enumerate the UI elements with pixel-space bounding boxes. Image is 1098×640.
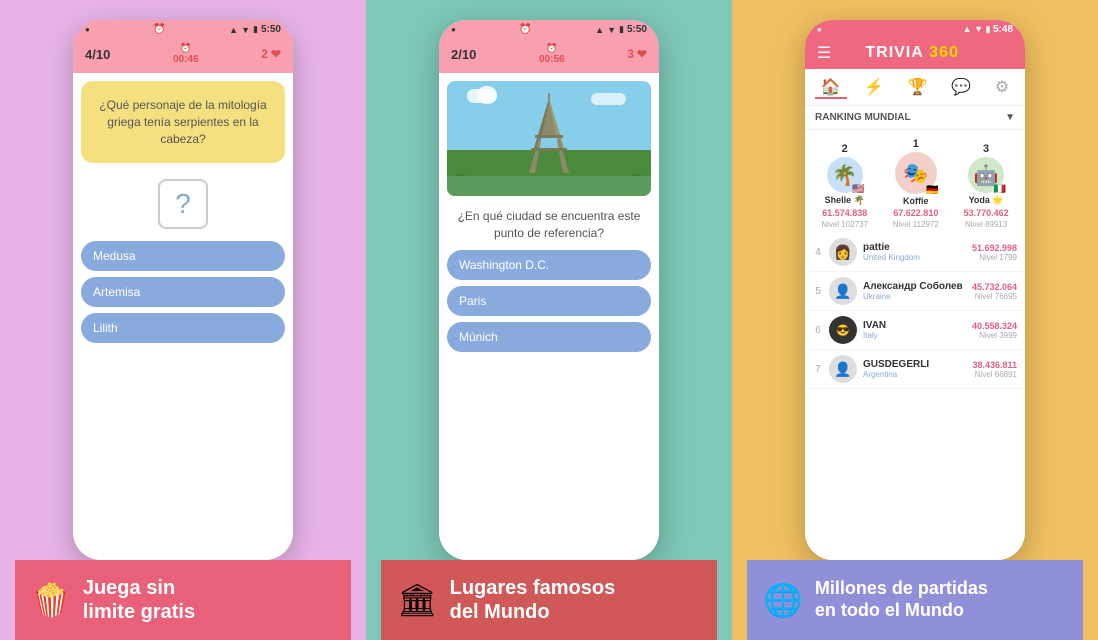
circle-icon-2: ● bbox=[451, 25, 456, 34]
banner-text-1: Juega sin limite gratis bbox=[83, 576, 195, 624]
trivia-title: TRIVIA 360 bbox=[865, 44, 959, 62]
status-bar-1: ● ⏰ ▲ ▼ ▮ 5:50 bbox=[73, 20, 293, 39]
answer-btn-medusa[interactable]: Medusa bbox=[81, 241, 285, 271]
nav-trophy[interactable]: 🏆 bbox=[902, 75, 934, 99]
quiz-header-2: 2/10 ⏰ 00:56 3 ❤ bbox=[439, 39, 659, 73]
info-gus: GUSDEGERLI Argentina bbox=[863, 359, 966, 379]
banner-text-2: Lugares famosos del Mundo bbox=[450, 576, 616, 624]
phone-1: ● ⏰ ▲ ▼ ▮ 5:50 4/10 ⏰ 00:46 2 ❤ bbox=[73, 20, 293, 560]
phone-body-3: RANKING MUNDIAL ▼ 2 🌴 🇺🇸 Shelle 🌴 61.574… bbox=[805, 106, 1025, 560]
question-mark-box: ? bbox=[158, 179, 208, 229]
podium-player-1: 1 🎭 🇩🇪 Koffie 67.622.810 Nivel 112972 bbox=[893, 138, 939, 229]
chevron-down-icon: ▼ bbox=[1005, 112, 1015, 123]
ranking-section: RANKING MUNDIAL ▼ 2 🌴 🇺🇸 Shelle 🌴 61.574… bbox=[805, 106, 1025, 560]
signal-icon-2: ▲ bbox=[595, 25, 604, 35]
status-time-1: 5:50 bbox=[261, 24, 281, 35]
eiffel-image bbox=[447, 81, 651, 196]
battery-icon-1: ▮ bbox=[253, 24, 258, 35]
question-card-1: ¿Qué personaje de la mitología griega te… bbox=[81, 81, 285, 163]
panel-places: ● ⏰ ▲ ▼ ▮ 5:50 2/10 ⏰ 00:56 3 ❤ bbox=[366, 0, 732, 640]
answers-2: Washington D.C. Paris Múnich bbox=[439, 246, 659, 360]
info-alexander: Александр Соболев Ukraine bbox=[863, 281, 966, 301]
battery-icon-3: ▮ bbox=[986, 24, 991, 34]
panel-mythology: ● ⏰ ▲ ▼ ▮ 5:50 4/10 ⏰ 00:46 2 ❤ bbox=[0, 0, 366, 640]
quiz-timer-2: ⏰ 00:56 bbox=[539, 43, 565, 65]
circle-icon-3: ● bbox=[817, 25, 822, 34]
ranking-row-5: 5 👤 Александр Соболев Ukraine 45.732.064… bbox=[805, 272, 1025, 311]
signal-icon-3: ▲ bbox=[963, 24, 972, 34]
quiz-timer-1: ⏰ 00:46 bbox=[173, 43, 199, 65]
avatar-pattie: 👩 bbox=[829, 238, 857, 266]
signal-icon-1: ▲ bbox=[229, 25, 238, 35]
quiz-lives-2: 3 ❤ bbox=[627, 47, 647, 61]
phone-2: ● ⏰ ▲ ▼ ▮ 5:50 2/10 ⏰ 00:56 3 ❤ bbox=[439, 20, 659, 560]
nav-lightning[interactable]: ⚡ bbox=[858, 75, 890, 99]
avatar-3: 🤖 🇮🇹 bbox=[968, 157, 1004, 193]
ranking-selector[interactable]: RANKING MUNDIAL ▼ bbox=[805, 106, 1025, 130]
panel-trivia360: ● ▲ ▼ ▮ 5:48 ☰ TRIVIA 360 🏠 ⚡ 🏆 💬 ⚙ bbox=[732, 0, 1098, 640]
avatar-1: 🎭 🇩🇪 bbox=[895, 152, 937, 194]
nav-home[interactable]: 🏠 bbox=[815, 75, 847, 99]
status-bar-2: ● ⏰ ▲ ▼ ▮ 5:50 bbox=[439, 20, 659, 39]
menu-icon[interactable]: ☰ bbox=[817, 43, 831, 63]
answer-btn-lilith[interactable]: Lilith bbox=[81, 313, 285, 343]
globe-icon: 🌐 bbox=[763, 581, 803, 619]
banner-text-3: Millones de partidas en todo el Mundo bbox=[815, 578, 988, 621]
wifi-icon-3: ▼ bbox=[974, 24, 983, 34]
heart-icon-1: ❤ bbox=[271, 47, 281, 61]
podium: 2 🌴 🇺🇸 Shelle 🌴 61.574.838 Nivel 102737 … bbox=[805, 130, 1025, 233]
wifi-icon-1: ▼ bbox=[241, 25, 250, 35]
nav-settings[interactable]: ⚙ bbox=[989, 75, 1015, 99]
banner-1: 🍿 Juega sin limite gratis bbox=[15, 560, 351, 640]
banner-2: 🏛 Lugares famosos del Mundo bbox=[381, 560, 717, 640]
nav-bar: 🏠 ⚡ 🏆 💬 ⚙ bbox=[805, 69, 1025, 106]
popcorn-icon: 🍿 bbox=[31, 581, 71, 619]
question-mark-icon: ? bbox=[175, 188, 191, 220]
flag-de: 🇩🇪 bbox=[926, 185, 938, 196]
nav-chat[interactable]: 💬 bbox=[945, 75, 977, 99]
podium-player-2: 2 🌴 🇺🇸 Shelle 🌴 61.574.838 Nivel 102737 bbox=[821, 143, 868, 229]
avatar-ivan: 😎 bbox=[829, 316, 857, 344]
alarm-small-icon-2: ⏰ bbox=[546, 43, 557, 54]
ranking-row-6: 6 😎 IVAN Italy 40.558.324 Nivel 3999 bbox=[805, 311, 1025, 350]
ranking-list: 4 👩 pattie United Kingdom 51.692.998 Niv… bbox=[805, 233, 1025, 389]
alarm-icon-1: ⏰ bbox=[153, 24, 165, 35]
question-mark-area: ? bbox=[73, 179, 293, 229]
quiz-header-1: 4/10 ⏰ 00:46 2 ❤ bbox=[73, 39, 293, 73]
ranking-row-7: 7 👤 GUSDEGERLI Argentina 38.436.811 Nive… bbox=[805, 350, 1025, 389]
podium-player-3: 3 🤖 🇮🇹 Yoda 🌟 53.770.462 Nivel 89913 bbox=[964, 143, 1009, 229]
answer-btn-washington[interactable]: Washington D.C. bbox=[447, 250, 651, 280]
question-text-2: ¿En qué ciudad se encuentra este punto d… bbox=[447, 208, 651, 242]
battery-icon-2: ▮ bbox=[619, 24, 624, 35]
avatar-2: 🌴 🇺🇸 bbox=[827, 157, 863, 193]
flag-it: 🇮🇹 bbox=[994, 184, 1006, 195]
phone-body-2: ¿En qué ciudad se encuentra este punto d… bbox=[439, 73, 659, 560]
avatar-gus: 👤 bbox=[829, 355, 857, 383]
answer-btn-munich[interactable]: Múnich bbox=[447, 322, 651, 352]
circle-icon: ● bbox=[85, 25, 90, 34]
info-ivan: IVAN Italy bbox=[863, 320, 966, 340]
quiz-lives-1: 2 ❤ bbox=[261, 47, 281, 61]
heart-icon-2: ❤ bbox=[637, 47, 647, 61]
flag-usa: 🇺🇸 bbox=[852, 184, 864, 195]
answer-btn-paris[interactable]: Paris bbox=[447, 286, 651, 316]
answer-btn-artemisa[interactable]: Artemisa bbox=[81, 277, 285, 307]
quiz-progress-1: 4/10 bbox=[85, 47, 110, 62]
avatar-alexander: 👤 bbox=[829, 277, 857, 305]
phone-body-1: ¿Qué personaje de la mitología griega te… bbox=[73, 73, 293, 560]
banner-3: 🌐 Millones de partidas en todo el Mundo bbox=[747, 560, 1083, 640]
alarm-icon-2: ⏰ bbox=[519, 24, 531, 35]
status-time-3: 5:48 bbox=[993, 24, 1013, 35]
answers-1: Medusa Artemisa Lilith bbox=[73, 237, 293, 351]
info-pattie: pattie United Kingdom bbox=[863, 242, 966, 262]
wifi-icon-2: ▼ bbox=[607, 25, 616, 35]
building-icon: 🏛 bbox=[397, 581, 438, 619]
phone-3: ● ▲ ▼ ▮ 5:48 ☰ TRIVIA 360 🏠 ⚡ 🏆 💬 ⚙ bbox=[805, 20, 1025, 560]
quiz-progress-2: 2/10 bbox=[451, 47, 476, 62]
trivia-status-bar: ● ▲ ▼ ▮ 5:48 bbox=[805, 20, 1025, 37]
ranking-row-4: 4 👩 pattie United Kingdom 51.692.998 Niv… bbox=[805, 233, 1025, 272]
status-time-2: 5:50 bbox=[627, 24, 647, 35]
alarm-small-icon: ⏰ bbox=[180, 43, 191, 54]
trivia-header: ☰ TRIVIA 360 bbox=[805, 37, 1025, 69]
